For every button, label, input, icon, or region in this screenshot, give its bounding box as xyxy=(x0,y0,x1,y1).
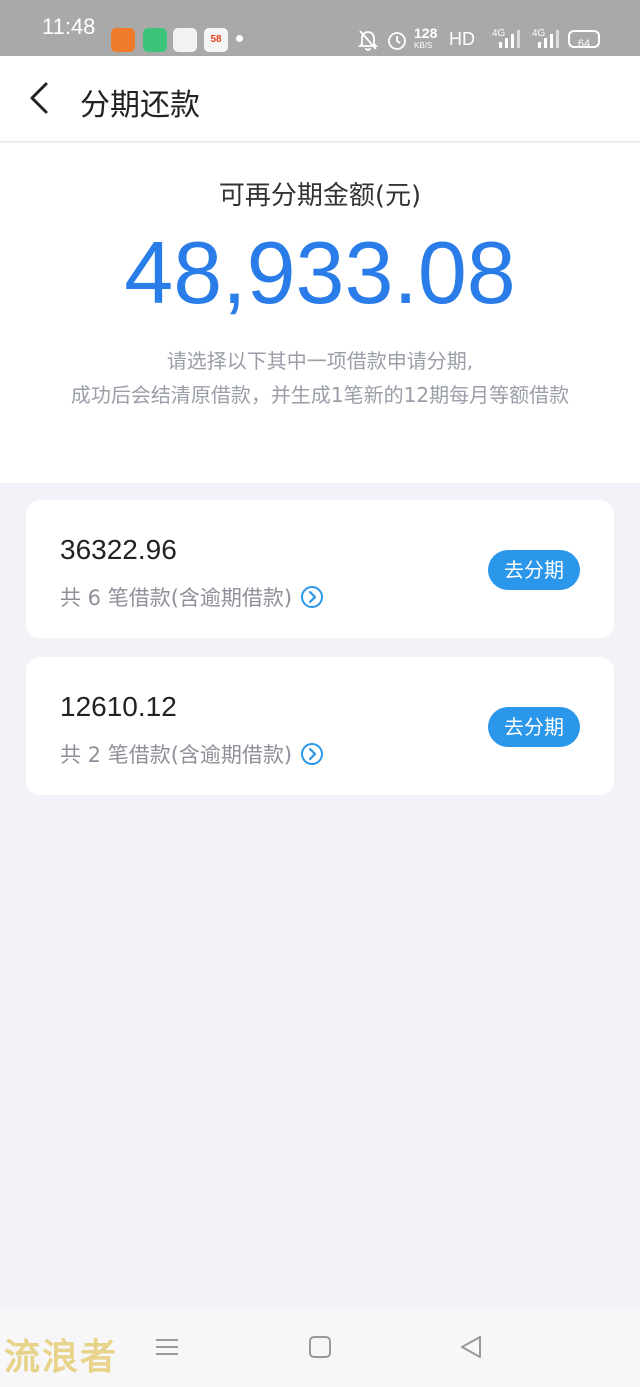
alarm-icon xyxy=(388,32,406,50)
signal-icon-2 xyxy=(538,30,559,48)
installment-button[interactable]: 去分期 xyxy=(488,550,580,590)
loan-amount: 12610.12 xyxy=(60,691,177,722)
loan-detail-link[interactable]: 共 6 笔借款(含逾期借款) xyxy=(60,582,324,612)
header: 分期还款 xyxy=(0,56,640,142)
status-bar: 11:48 58 128 KB/S HD 4G 4G 64 xyxy=(0,0,640,56)
loan-description: 共 6 笔借款(含逾期借款) xyxy=(60,586,293,610)
loan-detail-link[interactable]: 共 2 笔借款(含逾期借款) xyxy=(60,739,324,769)
net-speed: 128 xyxy=(414,25,438,41)
home-icon[interactable] xyxy=(305,1332,335,1362)
chevron-right-circle-icon xyxy=(301,743,324,765)
back-triangle-icon[interactable] xyxy=(456,1332,486,1362)
bell-off-icon xyxy=(358,30,378,51)
app-icon-58: 58 xyxy=(204,28,228,52)
app-icon-video xyxy=(173,28,197,52)
available-amount: 48,933.08 xyxy=(124,223,516,322)
net-unit: KB/S xyxy=(414,41,433,50)
summary-panel: 可再分期金额(元) 48,933.08 请选择以下其中一项借款申请分期, 成功后… xyxy=(0,143,640,483)
system-nav-bar: 流浪者 xyxy=(0,1310,640,1387)
status-time: 11:48 xyxy=(42,14,96,39)
available-amount-label: 可再分期金额(元) xyxy=(218,181,422,211)
battery-icon: 64 xyxy=(568,30,600,50)
notification-dot xyxy=(236,35,243,42)
battery-level: 64 xyxy=(577,38,591,50)
app-icon-orange xyxy=(111,28,135,52)
chevron-right-circle-icon xyxy=(301,586,324,608)
installment-button[interactable]: 去分期 xyxy=(488,707,580,747)
loan-card: 12610.12 共 2 笔借款(含逾期借款) 去分期 xyxy=(26,657,614,795)
loan-card: 36322.96 共 6 笔借款(含逾期借款) 去分期 xyxy=(26,500,614,638)
watermark: 流浪者 xyxy=(4,1337,119,1378)
back-arrow-icon[interactable] xyxy=(22,80,58,116)
signal-icon-1 xyxy=(499,30,520,48)
loan-amount: 36322.96 xyxy=(60,534,177,565)
loan-description: 共 2 笔借款(含逾期借款) xyxy=(60,743,293,767)
menu-icon[interactable] xyxy=(152,1332,182,1362)
app-icon-green xyxy=(143,28,167,52)
instruction-line-1: 请选择以下其中一项借款申请分期, xyxy=(166,349,474,373)
instruction-line-2: 成功后会结清原借款，并生成1笔新的12期每月等额借款 xyxy=(70,383,570,407)
hd-indicator: HD xyxy=(449,29,475,49)
page-title: 分期还款 xyxy=(80,88,200,123)
